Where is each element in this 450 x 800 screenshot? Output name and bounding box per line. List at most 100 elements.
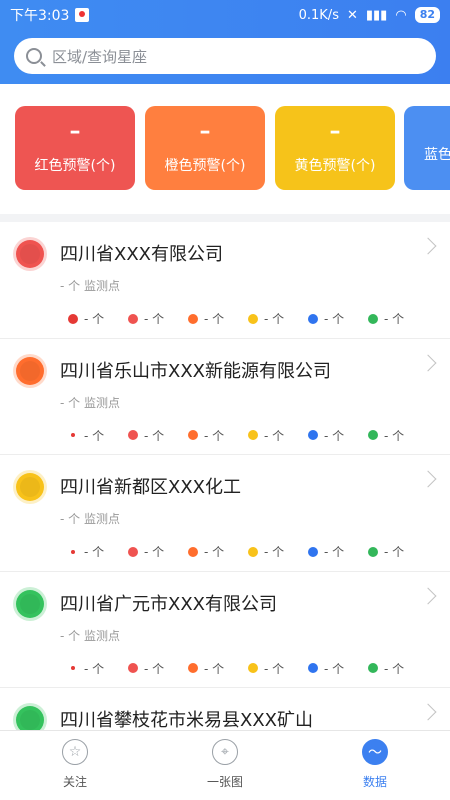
search-icon: [26, 48, 42, 64]
level-count: - 个: [188, 427, 224, 444]
level-count: - 个: [68, 543, 104, 560]
search-input[interactable]: 区域/查询星座: [52, 46, 147, 67]
level-dot-icon: [308, 430, 318, 440]
level-count-text: - 个: [144, 312, 165, 326]
level-dot-icon: [68, 313, 78, 324]
top-header: 下午3:03 0.1K/s ✕ ▮▮▮ ◠ 82 区域/查询星座: [0, 0, 450, 84]
level-dot-icon: [368, 430, 378, 440]
level-count-text: - 个: [204, 312, 225, 326]
company-name: 四川省新都区XXX化工: [60, 477, 241, 498]
chevron-right-icon: [419, 703, 437, 721]
level-counts: - 个- 个- 个- 个- 个- 个: [68, 543, 418, 560]
company-name: 四川省广元市XXX有限公司: [60, 593, 277, 615]
company-name: 四川省乐山市XXX新能源有限公司: [60, 360, 331, 382]
level-dot-icon: [71, 666, 75, 670]
level-count: - 个: [68, 310, 104, 327]
chevron-right-icon: [419, 470, 437, 488]
list-item[interactable]: 四川省XXX有限公司 - 个 监测点 - 个 - 个 - 个 - 个 - 个 - 个: [0, 222, 450, 339]
tab-data[interactable]: 〜 数据: [330, 739, 420, 790]
monitor-point-count: - 个 监测点: [60, 512, 120, 526]
level-count-text: - 个: [264, 661, 285, 676]
card-orange-warning[interactable]: – 橙色预警(个): [145, 106, 265, 190]
level-count-text: - 个: [204, 661, 225, 676]
level-count-text: - 个: [204, 545, 225, 559]
network-speed: 0.1K/s: [298, 7, 339, 23]
level-count-text: - 个: [324, 545, 345, 559]
status-time: 下午3:03: [10, 8, 70, 24]
chevron-right-icon: [419, 354, 437, 371]
tab-follow[interactable]: ☆ 关注: [30, 739, 120, 790]
level-count: - 个: [308, 543, 344, 560]
level-dot-icon: [188, 430, 198, 440]
tab-label: 数据: [362, 775, 387, 789]
status-dot-icon: [16, 356, 44, 385]
level-dot-icon: [188, 546, 198, 557]
level-count-text: - 个: [384, 312, 405, 326]
card-blue-warning[interactable]: 蓝色: [404, 106, 450, 190]
level-count: - 个: [128, 660, 164, 677]
level-dot-icon: [248, 663, 258, 673]
level-count: - 个: [368, 427, 404, 444]
level-count-text: - 个: [144, 545, 165, 559]
battery-indicator: 82: [414, 7, 440, 23]
level-count-text: - 个: [384, 545, 405, 559]
level-count-text: - 个: [384, 428, 405, 443]
level-dot-icon: [368, 313, 378, 324]
list-item[interactable]: 四川省广元市XXX有限公司 - 个 监测点 - 个 - 个 - 个 - 个 - 个 - 个: [0, 572, 450, 688]
level-count: - 个: [248, 310, 284, 327]
monitor-point-count: - 个 监测点: [60, 628, 120, 643]
status-dot-icon: [16, 473, 44, 501]
level-count-text: - 个: [264, 428, 285, 443]
card-label: 橙色预警(个): [164, 158, 246, 174]
search-bar[interactable]: 区域/查询星座: [14, 38, 436, 74]
level-count: - 个: [368, 543, 404, 560]
level-count-text: - 个: [144, 661, 165, 676]
card-yellow-warning[interactable]: – 黄色预警(个): [275, 106, 395, 190]
level-dot-icon: [71, 549, 75, 554]
level-dot-icon: [71, 433, 75, 437]
company-name: 四川省攀枝花市米易县XXX矿山: [60, 710, 313, 730]
level-count-text: - 个: [84, 545, 105, 559]
level-count: - 个: [308, 660, 344, 677]
level-count-text: - 个: [264, 312, 285, 326]
level-dot-icon: [188, 663, 198, 673]
card-label: 红色预警(个): [34, 158, 116, 174]
level-dot-icon: [308, 546, 318, 557]
level-count: - 个: [248, 660, 284, 677]
map-notification-icon: [75, 8, 90, 22]
status-dot-icon: [16, 240, 44, 268]
level-dot-icon: [248, 430, 258, 440]
chevron-right-icon: [419, 587, 437, 604]
level-count-text: - 个: [264, 545, 285, 559]
status-bar: 下午3:03 0.1K/s ✕ ▮▮▮ ◠ 82: [0, 0, 450, 30]
tab-map[interactable]: ⌖ 一张图: [180, 739, 270, 790]
level-count-text: - 个: [204, 428, 225, 443]
level-dot-icon: [368, 546, 378, 557]
list-item[interactable]: 四川省攀枝花市米易县XXX矿山: [0, 688, 450, 730]
level-counts: - 个- 个- 个- 个- 个- 个: [68, 310, 418, 327]
level-dot-icon: [308, 313, 318, 324]
level-count: - 个: [368, 310, 404, 327]
tab-label: 一张图: [206, 775, 243, 789]
card-label: 黄色预警(个): [294, 158, 376, 174]
level-count-text: - 个: [84, 312, 105, 326]
signal-icon: ▮▮▮: [365, 7, 388, 23]
level-count: - 个: [308, 310, 344, 327]
level-count-text: - 个: [324, 661, 345, 676]
monitor-point-count: - 个 监测点: [60, 395, 120, 410]
level-counts: - 个- 个- 个- 个- 个- 个: [68, 427, 418, 444]
level-dot-icon: [368, 663, 378, 673]
level-count: - 个: [248, 543, 284, 560]
list-item[interactable]: 四川省新都区XXX化工 - 个 监测点 - 个 - 个 - 个 - 个 - 个 - 个: [0, 455, 450, 572]
list-item[interactable]: 四川省乐山市XXX新能源有限公司 - 个 监测点 - 个 - 个 - 个 - 个 - 个 - …: [0, 339, 450, 455]
level-dot-icon: [128, 430, 138, 440]
level-dot-icon: [128, 546, 138, 557]
level-dot-icon: [128, 663, 138, 673]
level-count: - 个: [188, 310, 224, 327]
level-dot-icon: [308, 663, 318, 673]
tab-label: 关注: [62, 775, 87, 789]
bottom-tab-bar: ☆ 关注 ⌖ 一张图 〜 数据: [0, 730, 450, 800]
level-dot-icon: [188, 313, 198, 324]
level-count-text: - 个: [324, 428, 345, 443]
card-red-warning[interactable]: – 红色预警(个): [15, 106, 135, 190]
